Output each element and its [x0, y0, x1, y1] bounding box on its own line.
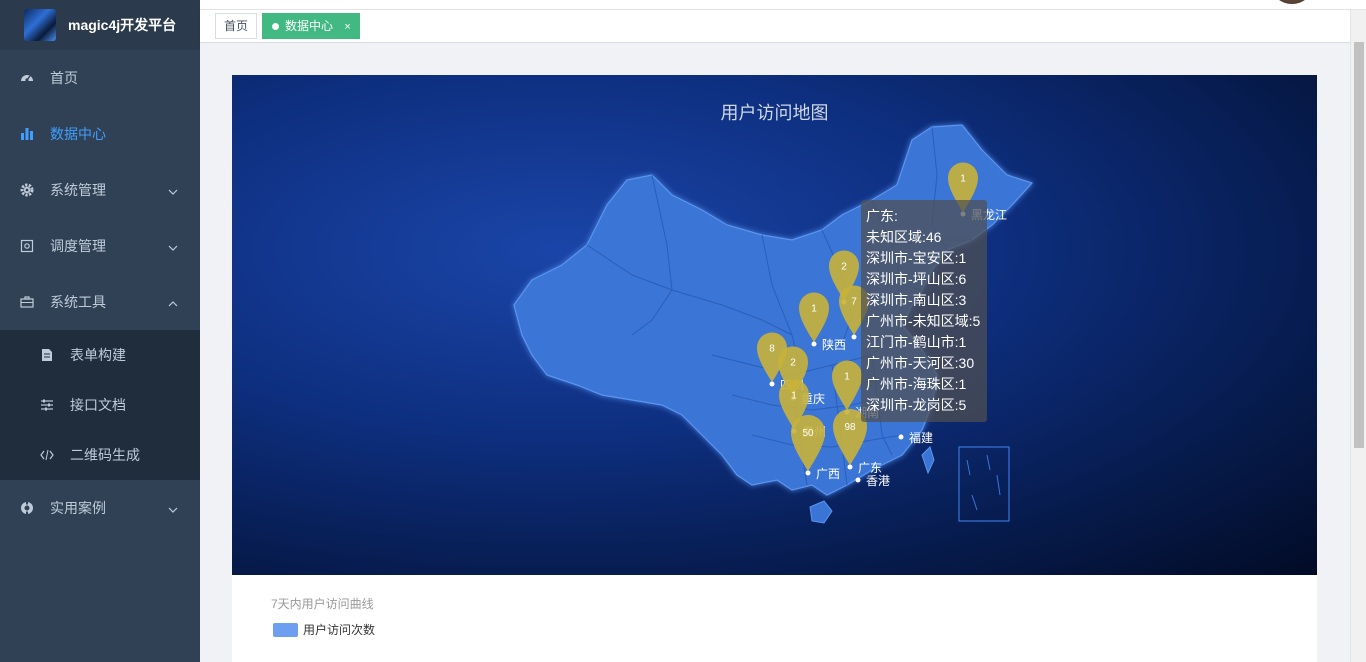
- chevron-up-icon: [168, 296, 178, 307]
- pin-value: 1: [844, 372, 850, 383]
- tooltip-line: 广州市-海珠区:1: [866, 376, 967, 392]
- app-title: magic4j开发平台: [68, 17, 177, 33]
- taiwan-island: [921, 446, 935, 475]
- navbar: [200, 0, 1366, 10]
- map-title: 用户访问地图: [720, 103, 829, 123]
- tag-home[interactable]: 首页: [215, 13, 258, 39]
- chevron-down-icon: [168, 240, 178, 251]
- province-label: 香港: [866, 474, 890, 488]
- visits-line-chart: 7天内用户访问曲线 用户访问次数: [232, 575, 1317, 662]
- pin-value: 50: [802, 428, 814, 439]
- tags-view: 首页 数据中心 ×: [200, 10, 1350, 43]
- tooltip-line: 深圳市-坪山区:6: [866, 271, 967, 287]
- sidebar-item-label: 首页: [50, 70, 78, 86]
- province-label: 福建: [909, 430, 933, 445]
- province-label: 陕西: [822, 337, 846, 352]
- south-china-sea-inset: [958, 446, 1010, 522]
- sidebar-subitem-qrcode[interactable]: 二维码生成: [0, 430, 200, 480]
- tooltip-line: 广州市-天河区:30: [866, 355, 975, 371]
- sidebar-item-label: 数据中心: [50, 126, 106, 142]
- toolbox-icon: [20, 295, 34, 309]
- legend-swatch: [273, 622, 298, 637]
- close-icon[interactable]: ×: [344, 21, 350, 33]
- sidebar-item-system-tools[interactable]: 系统工具: [0, 274, 200, 330]
- sidebar-subitem-label: 表单构建: [70, 347, 126, 363]
- sidebar-item-label: 调度管理: [50, 238, 106, 254]
- form-icon: [40, 348, 54, 362]
- chart-title: 7天内用户访问曲线: [271, 597, 374, 611]
- chart-legend[interactable]: 用户访问次数: [273, 621, 375, 638]
- sidebar-subitem-api-docs[interactable]: 接口文档: [0, 380, 200, 430]
- pin-dot: [855, 477, 861, 483]
- pin-value: 2: [841, 262, 847, 273]
- sidebar-item-system-management[interactable]: 系统管理: [0, 162, 200, 218]
- pin-dot: [811, 341, 817, 347]
- logo-image: [24, 9, 56, 41]
- gear-icon: [20, 183, 34, 197]
- sliders-icon: [40, 398, 54, 412]
- pin-dot: [898, 434, 904, 440]
- tag-data-center[interactable]: 数据中心 ×: [262, 13, 360, 39]
- avatar[interactable]: [1272, 0, 1312, 4]
- tooltip-line: 深圳市-龙岗区:5: [866, 397, 967, 413]
- pin-value: 7: [851, 297, 857, 308]
- pin-value: 8: [769, 344, 775, 355]
- sidebar-subitem-label: 二维码生成: [70, 447, 140, 463]
- south-china-sea-islands: [966, 454, 1001, 511]
- pin-dot: [851, 334, 857, 340]
- pin-dot: [847, 464, 853, 470]
- sidebar-item-schedule-management[interactable]: 调度管理: [0, 218, 200, 274]
- pin-value: 1: [791, 391, 797, 402]
- sidebar-item-data-center[interactable]: 数据中心: [0, 106, 200, 162]
- sidebar-item-label: 系统管理: [50, 182, 106, 198]
- sidebar-subitem-form-builder[interactable]: 表单构建: [0, 330, 200, 380]
- sidebar-item-examples[interactable]: 实用案例: [0, 480, 200, 536]
- pin-dot: [769, 381, 775, 387]
- china-map: 1黑龙江271陕西8四川2重庆1贵州1湖南50广西98广东福建香港: [513, 124, 1034, 524]
- pin-value: 98: [844, 422, 856, 433]
- tooltip-line: 深圳市-宝安区:1: [866, 250, 967, 266]
- code-icon: [40, 448, 54, 462]
- tooltip-line: 江门市-鹤山市:1: [866, 334, 967, 350]
- sidebar-subitem-label: 接口文档: [70, 397, 126, 413]
- monitor-icon: [20, 239, 34, 253]
- logo[interactable]: magic4j开发平台: [0, 0, 200, 50]
- tag-label: 首页: [224, 19, 249, 33]
- page-scrollbar[interactable]: [1350, 10, 1366, 662]
- scrollbar-thumb[interactable]: [1354, 42, 1364, 448]
- system-tools-submenu: 表单构建 接口文档 二维码生成: [0, 330, 200, 480]
- map-tooltip: 广东: 未知区域:46 深圳市-宝安区:1 深圳市-坪山区:6 深圳市-南山区:…: [861, 200, 987, 422]
- sidebar-item-home[interactable]: 首页: [0, 50, 200, 106]
- user-access-map[interactable]: 1黑龙江271陕西8四川2重庆1贵州1湖南50广西98广东福建香港 用户访问地图…: [232, 75, 1317, 575]
- pin-dot: [805, 470, 811, 476]
- tooltip-line: 广东:: [866, 208, 898, 224]
- pin-value: 1: [811, 304, 817, 315]
- sidebar: magic4j开发平台 首页 数据中心 系统管理 调度管理 系统工具 表单构建 …: [0, 0, 200, 662]
- chevron-down-icon: [168, 502, 178, 513]
- legend-label: 用户访问次数: [303, 623, 376, 637]
- tooltip-line: 广州市-未知区域:5: [866, 313, 981, 329]
- tag-label: 数据中心: [285, 19, 334, 33]
- tooltip-line: 深圳市-南山区:3: [866, 292, 967, 308]
- province-label: 广东: [858, 461, 882, 475]
- chevron-down-icon: [168, 184, 178, 195]
- hainan-island: [809, 500, 833, 524]
- province-label: 广西: [816, 467, 840, 481]
- main-content: 1黑龙江271陕西8四川2重庆1贵州1湖南50广西98广东福建香港 用户访问地图…: [200, 43, 1350, 662]
- sidebar-item-label: 实用案例: [50, 500, 106, 516]
- bar-chart-icon: [20, 127, 34, 141]
- sidebar-item-label: 系统工具: [50, 294, 106, 310]
- tooltip-line: 未知区域:46: [866, 229, 942, 245]
- pin-value: 2: [790, 358, 796, 369]
- compass-icon: [20, 501, 34, 515]
- pin-value: 1: [960, 174, 966, 185]
- dashboard-icon: [20, 71, 34, 85]
